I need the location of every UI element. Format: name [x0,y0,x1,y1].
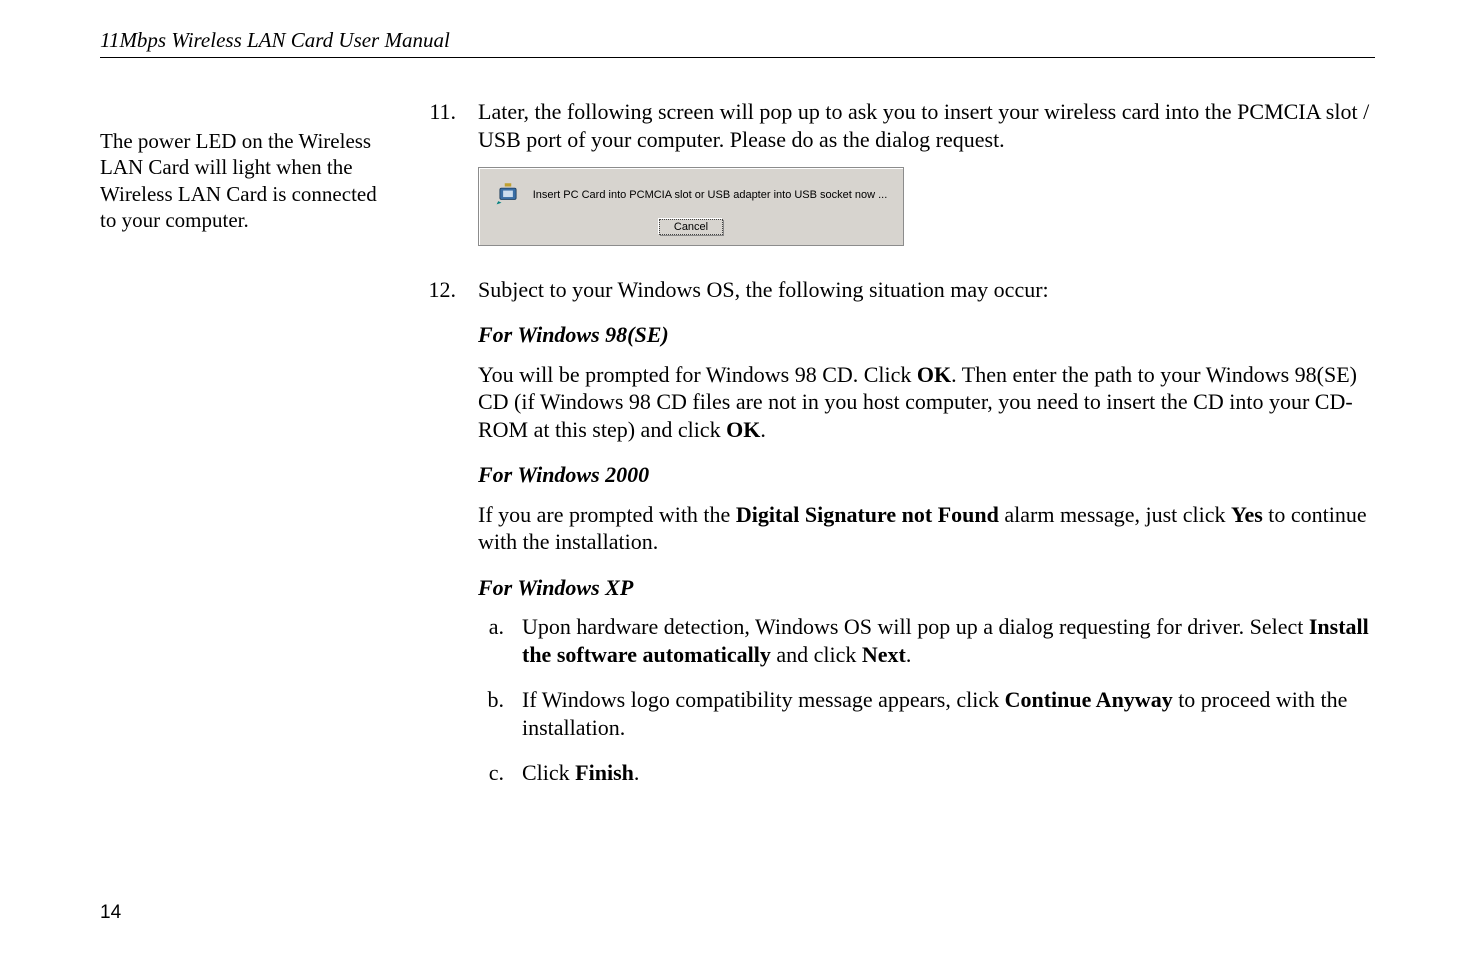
text: . [760,417,766,442]
running-header: 11Mbps Wireless LAN Card User Manual [100,28,1375,58]
substep-a: a. Upon hardware detection, Windows OS w… [478,613,1375,668]
next-label: Next [862,642,906,667]
step-12: 12. Subject to your Windows OS, the foll… [422,276,1375,805]
substep-letter: c. [478,759,504,787]
substep-letter: b. [478,686,504,741]
subhead-win98: For Windows 98(SE) [478,321,1375,349]
margin-note: The power LED on the Wireless LAN Card w… [100,98,380,825]
text: Upon hardware detection, Windows OS will… [522,614,1309,639]
text: and click [771,642,862,667]
text: Click [522,760,575,785]
bold-text: Digital Signature not Found [736,502,999,527]
substep-letter: a. [478,613,504,668]
yes-label: Yes [1231,502,1263,527]
main-content: 11. Later, the following screen will pop… [422,98,1375,825]
win2000-paragraph: If you are prompted with the Digital Sig… [478,501,1375,556]
text: You will be prompted for Windows 98 CD. … [478,362,917,387]
finish-label: Finish [575,760,634,785]
cancel-button[interactable]: Cancel [659,219,723,235]
substep-b: b. If Windows logo compatibility message… [478,686,1375,741]
bold-text: Continue Anyway [1005,687,1173,712]
step-number: 11. [422,98,456,256]
text: If Windows logo compatibility message ap… [522,687,1005,712]
step-12-intro: Subject to your Windows OS, the followin… [478,276,1375,304]
win98-paragraph: You will be prompted for Windows 98 CD. … [478,361,1375,444]
step-number: 12. [422,276,456,805]
step-11-text: Later, the following screen will pop up … [478,98,1375,153]
ok-label: OK [917,362,951,387]
step-11: 11. Later, the following screen will pop… [422,98,1375,256]
dialog-message: Insert PC Card into PCMCIA slot or USB a… [533,189,888,203]
substep-c: c. Click Finish. [478,759,1375,787]
dialog-screenshot: Insert PC Card into PCMCIA slot or USB a… [478,167,904,246]
subhead-winxp: For Windows XP [478,574,1375,602]
text: . [634,760,640,785]
page-number: 14 [100,902,121,924]
subhead-win2000: For Windows 2000 [478,461,1375,489]
text: . [906,642,912,667]
text: alarm message, just click [999,502,1231,527]
text: If you are prompted with the [478,502,736,527]
ok-label: OK [726,417,760,442]
install-icon [495,180,521,213]
